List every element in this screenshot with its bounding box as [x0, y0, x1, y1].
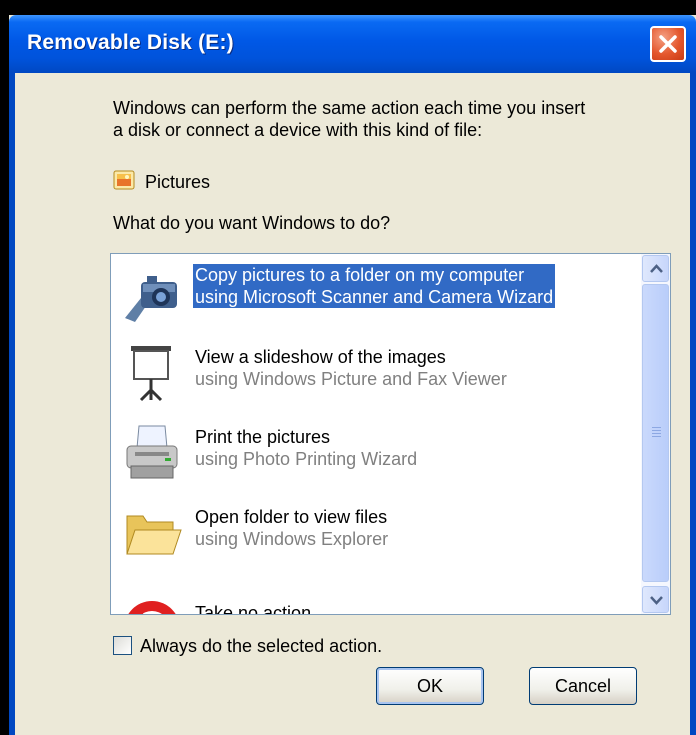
scroll-grip-line	[652, 433, 661, 434]
action-title: Take no action	[195, 603, 312, 615]
close-button[interactable]	[650, 26, 686, 62]
projector-screen-icon	[131, 346, 171, 402]
folder-icon	[126, 515, 182, 555]
scroll-grip-line	[652, 436, 661, 437]
action-subtitle: using Windows Picture and Fax Viewer	[195, 369, 507, 389]
action-title: Open folder to view files	[195, 507, 388, 527]
intro-line-2: a disk or connect a device with this kin…	[113, 120, 483, 140]
printer-icon	[126, 425, 178, 479]
action-title: Copy pictures to a folder on my computer	[193, 264, 556, 286]
scroll-up-button[interactable]	[642, 255, 669, 282]
action-subtitle: using Photo Printing Wizard	[195, 449, 418, 469]
always-do-label[interactable]: Always do the selected action.	[140, 635, 382, 657]
chevron-down-icon	[650, 596, 663, 605]
dialog-window: Removable Disk (E:) Windows can perform …	[9, 15, 696, 735]
scroll-grip-line	[652, 430, 661, 431]
action-title: Print the pictures	[195, 427, 331, 447]
action-item-open-folder[interactable]: Open folder to view files using Windows …	[111, 496, 641, 576]
scroll-grip-line	[652, 427, 661, 428]
window-title: Removable Disk (E:)	[27, 31, 234, 54]
question-text: What do you want Windows to do?	[113, 213, 391, 233]
no-action-icon	[128, 601, 176, 614]
window-border-right	[690, 73, 696, 735]
always-do-checkbox[interactable]	[113, 636, 132, 655]
content-type-label: Pictures	[145, 172, 211, 192]
action-item-slideshow[interactable]: View a slideshow of the images using Win…	[111, 336, 641, 416]
scroll-thumb[interactable]	[642, 284, 669, 582]
action-subtitle: using Microsoft Scanner and Camera Wizar…	[193, 286, 556, 308]
action-list[interactable]: Copy pictures to a folder on my computer…	[110, 253, 671, 615]
ok-button[interactable]: OK	[376, 667, 484, 705]
close-icon	[659, 35, 677, 53]
cancel-button[interactable]: Cancel	[529, 667, 637, 705]
chevron-up-icon	[650, 264, 663, 273]
title-bar[interactable]: Removable Disk (E:)	[9, 15, 696, 73]
vertical-scrollbar[interactable]	[641, 254, 670, 614]
action-item-copy-pictures[interactable]: Copy pictures to a folder on my computer…	[111, 258, 641, 338]
action-item-print[interactable]: Print the pictures using Photo Printing …	[111, 416, 641, 496]
action-subtitle: using Windows Explorer	[195, 529, 389, 549]
pictures-icon	[113, 170, 135, 190]
intro-text: Windows can perform the same action each…	[113, 97, 683, 141]
camera-icon	[125, 276, 177, 322]
scroll-down-button[interactable]	[642, 586, 669, 613]
action-item-no-action[interactable]: Take no action	[111, 576, 641, 615]
action-title: View a slideshow of the images	[195, 347, 446, 367]
window-border-left	[9, 73, 15, 735]
intro-line-1: Windows can perform the same action each…	[113, 98, 586, 118]
